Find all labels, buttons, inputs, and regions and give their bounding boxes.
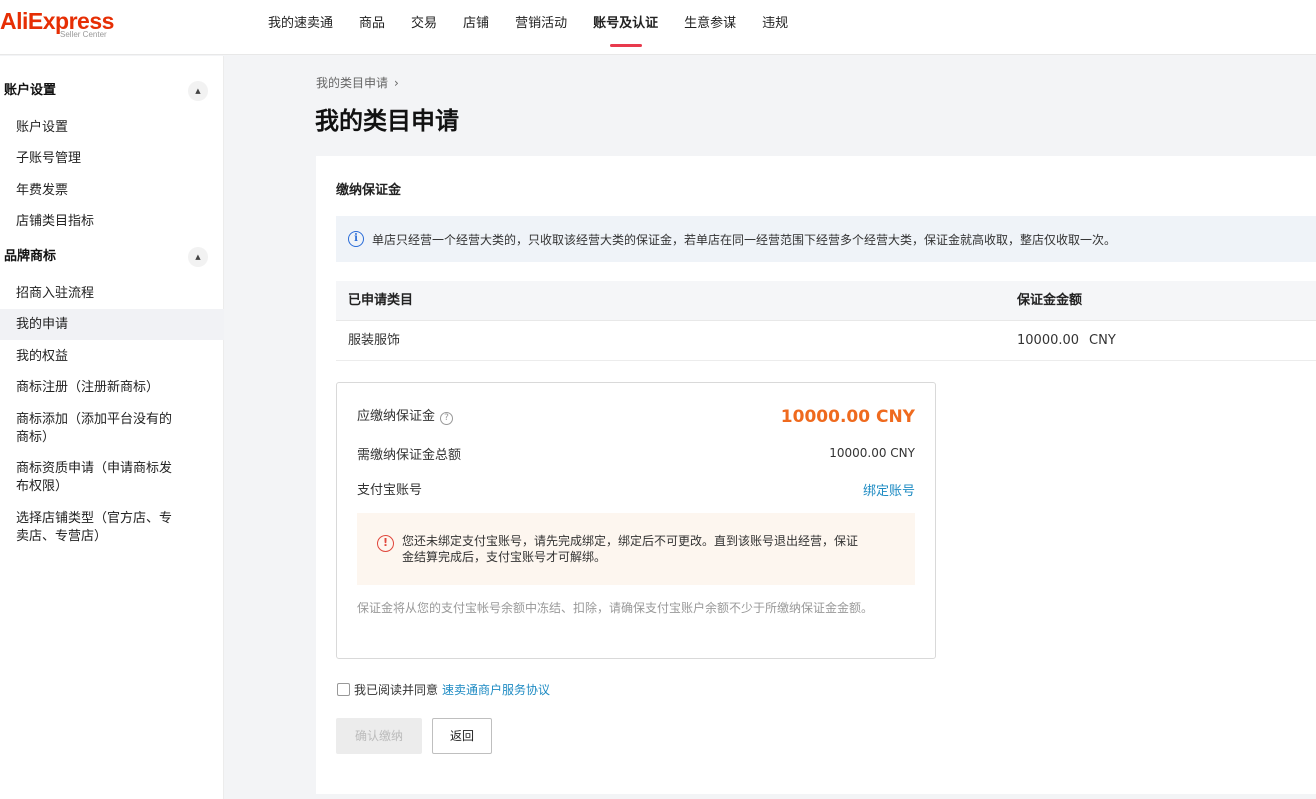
- column-header-category: 已申请类目: [348, 293, 414, 308]
- warning-notice: ! 您还未绑定支付宝账号，请先完成绑定，绑定后不可更改。直到该账号退出经营，保证…: [357, 513, 915, 585]
- amount-currency: CNY: [1089, 333, 1116, 348]
- logo-subtitle: Seller Center: [60, 30, 107, 39]
- table-header: 已申请类目 保证金金额: [336, 281, 1316, 321]
- breadcrumb: 我的类目申请 ›: [316, 74, 399, 91]
- back-button[interactable]: 返回: [432, 718, 492, 754]
- info-notice: i 单店只经营一个经营大类的，只收取该经营大类的保证金，若单店在同一经营范围下经…: [336, 216, 1316, 262]
- nav-item-my-aliexpress[interactable]: 我的速卖通: [268, 0, 333, 55]
- payment-summary-box: 应缴纳保证金? 10000.00 CNY 需缴纳保证金总额 10000.00 C…: [336, 382, 936, 659]
- sidebar-item-onboarding-process[interactable]: 招商入驻流程: [0, 285, 224, 303]
- page-title: 我的类目申请: [315, 107, 459, 135]
- top-navigation-bar: AliExpress Seller Center 我的速卖通 商品 交易 店铺 …: [0, 0, 1316, 55]
- breadcrumb-item[interactable]: 我的类目申请: [316, 76, 388, 90]
- table-row: 服装服饰 10000.00 CNY: [336, 321, 1316, 361]
- due-deposit-label: 应缴纳保证金?: [357, 405, 454, 425]
- warning-icon: !: [377, 535, 394, 552]
- agreement-row: 我已阅读并同意 速卖通商户服务协议: [337, 681, 550, 698]
- deposit-note: 保证金将从您的支付宝帐号余额中冻结、扣除，请确保支付宝账户余额不少于所缴纳保证金…: [357, 601, 874, 615]
- sidebar: 账户设置 ▲ 账户设置 子账号管理 年费发票 店铺类目指标 品牌商标 ▲ 招商入…: [0, 56, 224, 799]
- column-header-deposit-amount: 保证金金额: [1017, 293, 1083, 308]
- notice-text: 单店只经营一个经营大类的，只收取该经营大类的保证金，若单店在同一经营范围下经营多…: [372, 232, 1117, 247]
- caret-up-icon[interactable]: ▲: [188, 81, 208, 101]
- nav-item-business-advisor[interactable]: 生意参谋: [684, 0, 736, 55]
- total-deposit-label: 需缴纳保证金总额: [357, 448, 462, 463]
- nav-item-account-certification[interactable]: 账号及认证: [593, 0, 658, 55]
- nav-item-marketing[interactable]: 营销活动: [515, 0, 567, 55]
- total-deposit-amount: 10000.00 CNY: [829, 446, 915, 460]
- service-agreement-link[interactable]: 速卖通商户服务协议: [442, 681, 550, 698]
- deposit-panel: 缴纳保证金 i 单店只经营一个经营大类的，只收取该经营大类的保证金，若单店在同一…: [316, 156, 1316, 794]
- warning-text: 您还未绑定支付宝账号，请先完成绑定，绑定后不可更改。直到该账号退出经营，保证金结…: [402, 534, 859, 564]
- amount-value: 10000.00: [1017, 333, 1080, 348]
- agreement-label: 我已阅读并同意: [354, 683, 439, 697]
- sidebar-item-my-rights[interactable]: 我的权益: [0, 348, 224, 366]
- sidebar-group-title: 品牌商标: [4, 249, 57, 264]
- sidebar-group-brand-trademark[interactable]: 品牌商标 ▲: [0, 242, 224, 272]
- nav-item-violations[interactable]: 违规: [762, 0, 788, 55]
- sidebar-item-trademark-registration[interactable]: 商标注册（注册新商标）: [0, 379, 180, 397]
- sidebar-item-account-settings[interactable]: 账户设置: [0, 119, 224, 137]
- cell-category: 服装服饰: [348, 333, 401, 348]
- sidebar-item-store-type[interactable]: 选择店铺类型（官方店、专卖店、专营店）: [0, 510, 180, 546]
- help-question-icon[interactable]: ?: [440, 412, 454, 425]
- caret-up-icon[interactable]: ▲: [188, 247, 208, 267]
- top-nav-menu: 我的速卖通 商品 交易 店铺 营销活动 账号及认证 生意参谋 违规: [268, 0, 814, 55]
- agreement-checkbox[interactable]: [337, 683, 350, 696]
- sidebar-group-title: 账户设置: [4, 83, 57, 98]
- sidebar-item-store-category-metrics[interactable]: 店铺类目指标: [0, 213, 224, 231]
- sidebar-item-trademark-qualification[interactable]: 商标资质申请（申请商标发布权限）: [0, 460, 180, 496]
- info-icon: i: [348, 231, 364, 247]
- sidebar-item-annual-fee-invoice[interactable]: 年费发票: [0, 182, 224, 200]
- alipay-account-label: 支付宝账号: [357, 483, 423, 498]
- cell-amount: 10000.00 CNY: [1017, 321, 1116, 361]
- sidebar-item-sub-accounts[interactable]: 子账号管理: [0, 150, 224, 168]
- nav-item-products[interactable]: 商品: [359, 0, 385, 55]
- sidebar-item-my-applications[interactable]: 我的申请: [0, 309, 224, 340]
- confirm-payment-button[interactable]: 确认缴纳: [336, 718, 422, 754]
- sidebar-item-trademark-add[interactable]: 商标添加（添加平台没有的商标）: [0, 411, 180, 447]
- bind-account-link[interactable]: 绑定账号: [863, 480, 915, 499]
- section-title: 缴纳保证金: [336, 183, 402, 198]
- chevron-right-icon: ›: [394, 76, 399, 90]
- sidebar-group-account-settings[interactable]: 账户设置 ▲: [0, 76, 224, 106]
- due-deposit-label-text: 应缴纳保证金: [357, 409, 436, 424]
- nav-item-store[interactable]: 店铺: [463, 0, 489, 55]
- due-deposit-amount: 10000.00 CNY: [780, 407, 915, 427]
- aliexpress-logo[interactable]: AliExpress Seller Center: [0, 8, 114, 39]
- nav-item-transactions[interactable]: 交易: [411, 0, 437, 55]
